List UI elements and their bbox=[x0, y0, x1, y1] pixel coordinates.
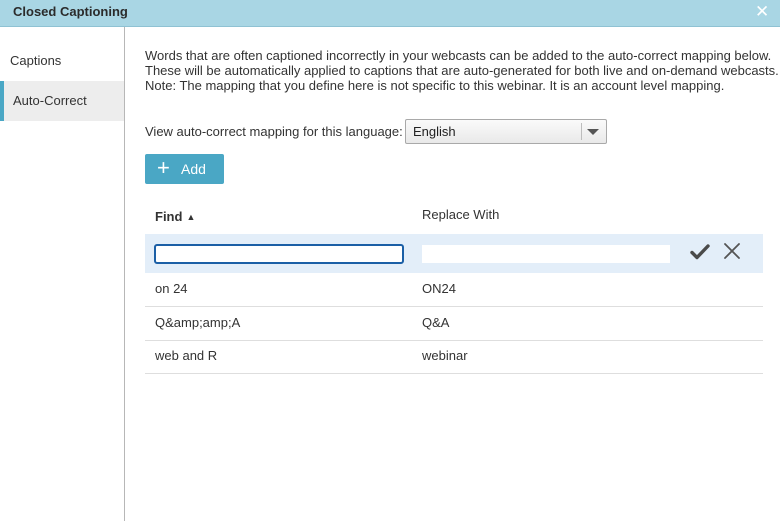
replace-cell: webinar bbox=[422, 348, 468, 363]
close-icon[interactable]: ✕ bbox=[755, 3, 769, 21]
sort-ascending-icon: ▲ bbox=[186, 212, 196, 222]
table-row[interactable]: web and R webinar bbox=[145, 340, 763, 374]
find-cell: on 24 bbox=[155, 281, 188, 296]
add-button[interactable]: + Add bbox=[145, 154, 224, 184]
column-header-replace: Replace With bbox=[422, 207, 499, 222]
plus-icon: + bbox=[157, 155, 170, 180]
sidebar-item-captions[interactable]: Captions bbox=[0, 41, 124, 81]
column-header-find-label: Find bbox=[155, 209, 183, 224]
description-line: Words that are often captioned incorrect… bbox=[145, 48, 772, 63]
language-label: View auto-correct mapping for this langu… bbox=[145, 124, 403, 139]
table-row[interactable]: on 24 ON24 bbox=[145, 273, 763, 307]
sidebar-item-label: Captions bbox=[10, 53, 62, 68]
column-header-find[interactable]: Find ▲ bbox=[155, 209, 195, 224]
cancel-icon[interactable] bbox=[723, 242, 741, 260]
replace-input[interactable] bbox=[422, 245, 670, 263]
language-select[interactable]: English bbox=[405, 119, 607, 144]
dialog-titlebar: Closed Captioning ✕ bbox=[0, 0, 780, 27]
dialog-title: Closed Captioning bbox=[13, 4, 128, 19]
table-row[interactable]: Q&amp;amp;A Q&A bbox=[145, 307, 763, 341]
replace-cell: Q&A bbox=[422, 315, 450, 330]
find-cell: web and R bbox=[155, 348, 218, 363]
chevron-down-icon bbox=[587, 129, 599, 135]
description-text: Words that are often captioned incorrect… bbox=[145, 48, 779, 93]
replace-cell: ON24 bbox=[422, 281, 456, 296]
description-line: These will be automatically applied to c… bbox=[145, 63, 779, 78]
language-select-value: English bbox=[413, 124, 456, 139]
column-header-replace-label: Replace With bbox=[422, 207, 500, 222]
find-input[interactable] bbox=[154, 244, 404, 264]
find-cell: Q&amp;amp;A bbox=[155, 315, 241, 330]
sidebar: Captions Auto-Correct bbox=[0, 27, 125, 521]
select-divider bbox=[581, 123, 582, 140]
sidebar-item-auto-correct[interactable]: Auto-Correct bbox=[0, 81, 124, 121]
new-mapping-row bbox=[145, 234, 763, 273]
description-line: Note: The mapping that you define here i… bbox=[145, 78, 725, 93]
sidebar-item-label: Auto-Correct bbox=[13, 93, 87, 108]
add-button-label: Add bbox=[181, 161, 206, 177]
checkmark-icon[interactable] bbox=[690, 242, 710, 262]
